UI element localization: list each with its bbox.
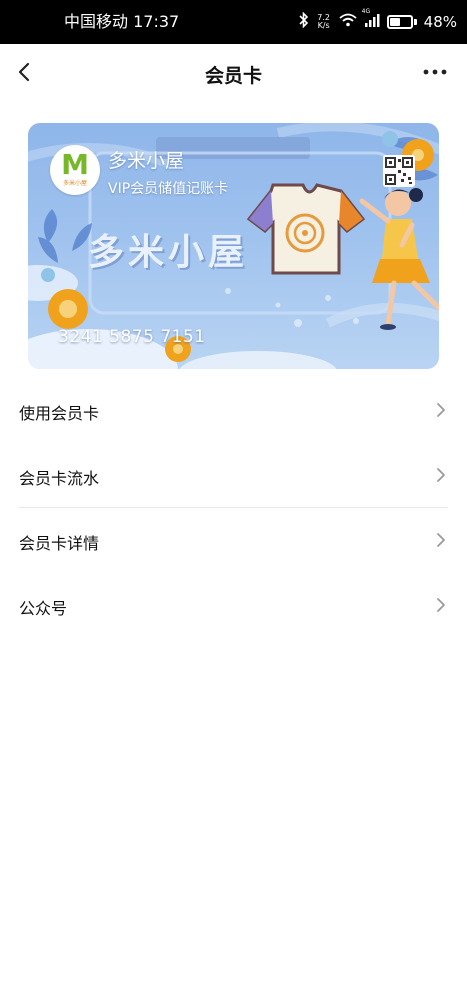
logo-letter: M (61, 148, 89, 181)
logo-text: 多米小屋 (62, 180, 87, 187)
chevron-right-icon (437, 468, 445, 482)
signal-label: 4G (361, 8, 371, 15)
brand-logo: M 多米小屋 (50, 145, 100, 195)
chevron-right-icon (437, 533, 445, 547)
chevron-right-icon (437, 598, 445, 612)
page-title: 会员卡 (204, 65, 262, 87)
net-speed: 7.2 K/s (316, 14, 332, 30)
menu-item-label: 会员卡详情 (19, 534, 100, 553)
net-speed-unit: K/s (317, 21, 330, 30)
nav-bar: 会员卡 (0, 44, 467, 102)
menu-item-card-transactions[interactable]: 会员卡流水 (19, 443, 448, 508)
qr-code-button[interactable] (383, 155, 415, 187)
card-store-name: 多米小屋 (108, 150, 185, 172)
wifi-icon (339, 13, 357, 31)
bluetooth-icon (299, 11, 309, 32)
card-menu-list: 使用会员卡 会员卡流水 会员卡详情 公众号 (0, 378, 467, 638)
cellular-signal-icon: 4G (362, 8, 380, 31)
menu-item-label: 会员卡流水 (19, 469, 100, 488)
menu-item-use-card[interactable]: 使用会员卡 (19, 378, 448, 443)
battery-fill (389, 18, 400, 26)
status-icons: 7.2 K/s 4G 48% (299, 8, 457, 32)
more-dots-icon (423, 69, 447, 75)
member-card[interactable]: M 多米小屋 多米小屋 VIP会员储值记账卡 多米小屋 3241 5875 71… (28, 123, 439, 369)
qr-code-icon (385, 157, 413, 185)
battery-icon (386, 15, 417, 29)
menu-item-label: 使用会员卡 (19, 404, 100, 423)
menu-item-label: 公众号 (19, 599, 68, 618)
status-bar: 中国移动 17:37 7.2 K/s 4G 48% (0, 0, 467, 44)
more-button[interactable] (421, 58, 449, 86)
battery-percent: 48% (423, 13, 457, 31)
menu-item-card-details[interactable]: 会员卡详情 (19, 508, 448, 573)
card-type: VIP会员储值记账卡 (108, 181, 229, 197)
chevron-right-icon (437, 403, 445, 417)
card-number: 3241 5875 7151 (58, 327, 206, 347)
card-watermark: 多米小屋 (88, 232, 249, 273)
menu-item-official-account[interactable]: 公众号 (19, 573, 448, 638)
carrier-time: 中国移动 17:37 (64, 12, 180, 31)
